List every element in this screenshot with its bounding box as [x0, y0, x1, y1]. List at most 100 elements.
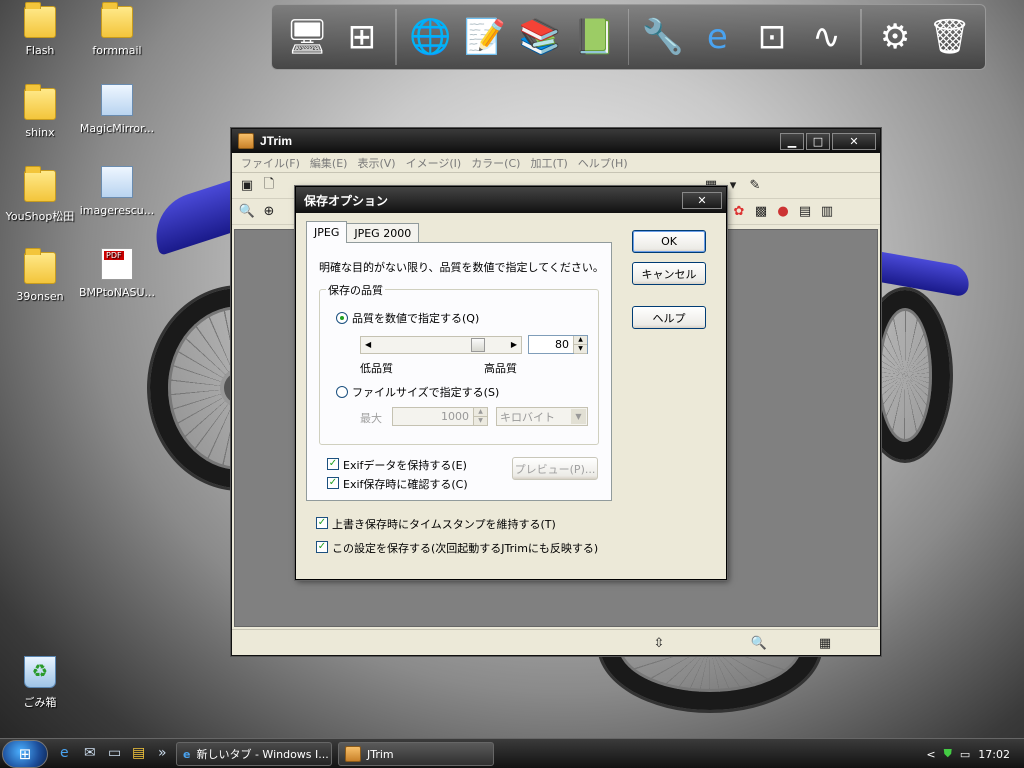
high-quality-label: 高品質 [484, 362, 517, 375]
folder-quicklaunch-icon[interactable]: ▤ [132, 745, 145, 761]
notes-icon[interactable]: 📝 [458, 9, 513, 65]
slider-left-arrow-icon[interactable]: ◀ [365, 340, 371, 349]
new-file-icon[interactable]: 🗋 [260, 177, 278, 195]
spin-up-icon[interactable]: ▲ [574, 336, 587, 345]
file-icon [101, 84, 133, 116]
windows-icon[interactable]: ⊡ [745, 9, 800, 65]
chevron-down-icon[interactable]: ▼ [571, 409, 586, 424]
color-wheel-icon[interactable]: ✿ [730, 203, 748, 221]
quicklaunch-chevron[interactable]: » [158, 745, 167, 761]
desktop-icon-magicmirror[interactable]: MagicMirror... [77, 84, 157, 135]
resize-icon[interactable]: ⇳ [650, 634, 668, 652]
books-icon[interactable]: 📗 [567, 9, 622, 65]
exif-confirm-label: Exif保存時に確認する(C) [343, 478, 468, 491]
help-button[interactable]: ヘルプ [632, 306, 706, 329]
cancel-button[interactable]: キャンセル [632, 262, 706, 285]
menu-view[interactable]: 表示(V) [357, 155, 395, 171]
save-settings-checkbox[interactable]: ✓ [316, 541, 328, 553]
exif-keep-checkbox[interactable]: ✓ [327, 458, 339, 470]
wave-icon[interactable]: ∿ [799, 9, 854, 65]
zoom-status-icon[interactable]: 🔍 [750, 634, 768, 652]
network-tray-icon[interactable]: ▭ [960, 748, 970, 761]
preview-button[interactable]: プレビュー(P)... [512, 457, 598, 480]
desktop-icon-shinx[interactable]: shinx [0, 84, 80, 139]
tray-chevron[interactable]: < [926, 748, 935, 761]
tab-jpeg[interactable]: JPEG [306, 221, 348, 243]
monitor-icon[interactable]: 🖥 [280, 9, 335, 65]
menu-file[interactable]: ファイル(F) [241, 155, 300, 171]
menu-edit[interactable]: 編集(E) [310, 155, 348, 171]
desktop-icon-imagerescue[interactable]: imagerescu... [77, 166, 157, 217]
taskbar-item-ie[interactable]: e 新しいタブ - Windows I... [176, 742, 332, 766]
desktop-quicklaunch-icon[interactable]: ▭ [108, 745, 121, 761]
gear-icon[interactable]: ⚙ [868, 9, 923, 65]
grid-status-icon[interactable]: ▦ [816, 634, 834, 652]
spin-up-icon[interactable]: ▲ [474, 408, 487, 417]
radio-quality-numeric[interactable] [336, 312, 348, 324]
taskbar-item-jtrim[interactable]: JTrim [338, 742, 494, 766]
quality-value[interactable]: 80 [555, 338, 573, 351]
desktop-icon-bmptonasu[interactable]: BMPtoNASU... [77, 248, 157, 299]
close-button[interactable]: ✕ [832, 132, 876, 150]
eyedropper-icon[interactable]: ✎ [746, 177, 764, 195]
radio-quality-label: 品質を数値で指定する(Q) [352, 312, 480, 325]
jtrim-title-bar[interactable]: JTrim ▁ □ ✕ [232, 129, 880, 153]
desktop-icon-flash[interactable]: Flash [0, 2, 80, 57]
low-quality-label: 低品質 [360, 362, 393, 375]
dock-separator [859, 9, 862, 65]
dialog-tabs: JPEG JPEG 2000 [306, 221, 420, 243]
desktop-icon-recycle-bin[interactable]: ♻ ごみ箱 [0, 656, 80, 710]
mosaic-icon[interactable]: ▩ [752, 203, 770, 221]
unit-select[interactable]: キロバイト ▼ [496, 407, 588, 426]
globe-icon[interactable]: 🌐 [403, 9, 458, 65]
dialog-close-button[interactable]: ✕ [682, 191, 722, 209]
max-label: 最大 [360, 412, 382, 425]
max-size-value[interactable]: 1000 [441, 410, 473, 423]
mail-quicklaunch-icon[interactable]: ✉ [84, 745, 96, 761]
network-icon[interactable]: ⊞ [335, 9, 390, 65]
wrench-icon[interactable]: 🔧 [635, 9, 690, 65]
minimize-button[interactable]: ▁ [780, 132, 804, 150]
menu-color[interactable]: カラー(C) [471, 155, 520, 171]
timestamp-keep-checkbox[interactable]: ✓ [316, 517, 328, 529]
ie-quicklaunch-icon[interactable]: e [60, 745, 69, 761]
dialog-title-bar[interactable]: 保存オプション ✕ [296, 187, 726, 213]
new-window-icon[interactable]: ▣ [238, 177, 256, 195]
quality-slider[interactable]: ◀ ▶ [360, 336, 522, 354]
folder-icon [24, 166, 56, 202]
ok-button[interactable]: OK [632, 230, 706, 253]
slider-thumb[interactable] [470, 338, 485, 352]
library-icon[interactable]: 📚 [512, 9, 567, 65]
slider-right-arrow-icon[interactable]: ▶ [511, 340, 517, 349]
ie-icon[interactable]: e [690, 9, 745, 65]
quality-group: 保存の品質 品質を数値で指定する(Q) ◀ ▶ 80 ▲ ▼ 低品質 高品質 ファ… [319, 282, 599, 445]
rgb-icon[interactable]: ● [774, 203, 792, 221]
menu-process[interactable]: 加工(T) [530, 155, 567, 171]
max-size-stepper[interactable]: 1000 ▲ ▼ [392, 407, 488, 426]
taskbar: ⊞ e ✉ ▭ ▤ » e 新しいタブ - Windows I... JTrim… [0, 738, 1024, 768]
desktop-icon-formmail[interactable]: formmail [77, 2, 157, 57]
radio-filesize-label: ファイルサイズで指定する(S) [352, 386, 500, 399]
jtrim-app-icon [238, 133, 254, 149]
desktop-icon-39onsen[interactable]: 39onsen [0, 248, 80, 303]
jtrim-menubar: ファイル(F) 編集(E) 表示(V) イメージ(I) カラー(C) 加工(T)… [232, 153, 880, 173]
radio-filesize[interactable] [336, 386, 348, 398]
gradient-icon[interactable]: ▥ [818, 203, 836, 221]
quality-value-stepper[interactable]: 80 ▲ ▼ [528, 335, 588, 354]
zoom-icon[interactable]: 🔍 [238, 203, 256, 221]
menu-help[interactable]: ヘルプ(H) [578, 155, 628, 171]
xor-icon[interactable]: ▤ [796, 203, 814, 221]
file-icon [101, 166, 133, 198]
clock[interactable]: 17:02 [978, 748, 1010, 761]
shield-icon[interactable]: ⛊ [944, 747, 952, 761]
maximize-button[interactable]: □ [806, 132, 830, 150]
menu-image[interactable]: イメージ(I) [406, 155, 462, 171]
spin-down-icon[interactable]: ▼ [574, 345, 587, 354]
exif-confirm-checkbox[interactable]: ✓ [327, 477, 339, 489]
trash-icon[interactable]: 🗑 [922, 9, 977, 65]
tab-jpeg2000[interactable]: JPEG 2000 [346, 223, 420, 243]
zoom-in-icon[interactable]: ⊕ [260, 203, 278, 221]
desktop-icon-youshop[interactable]: YouShop松田 [0, 166, 80, 224]
spin-down-icon[interactable]: ▼ [474, 417, 487, 426]
start-button[interactable]: ⊞ [2, 740, 48, 768]
